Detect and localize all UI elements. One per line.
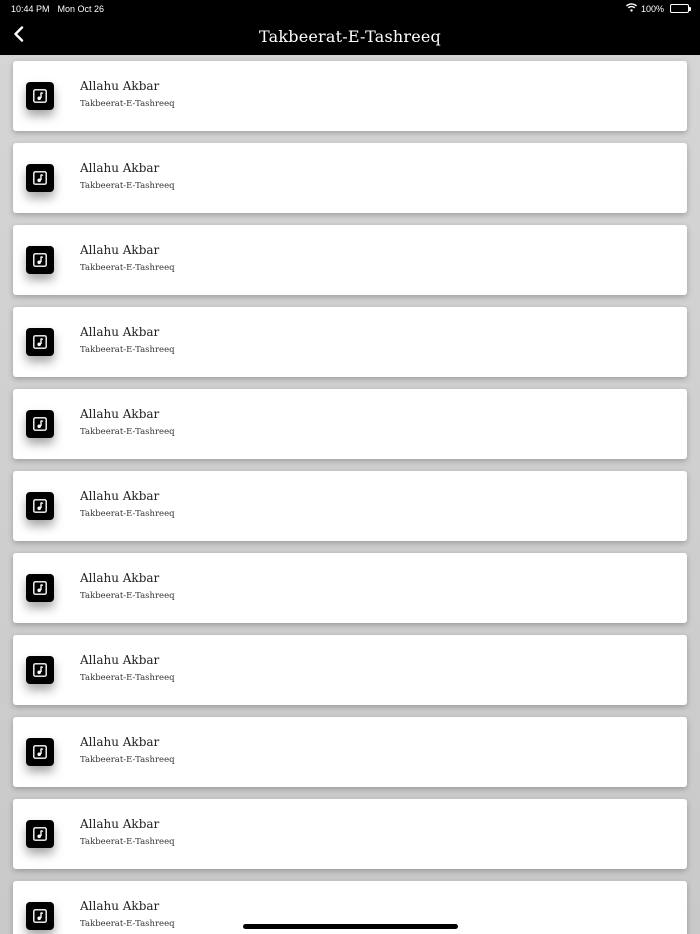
music-note-icon: [26, 820, 54, 848]
list-item-text: Allahu Akbar Takbeerat-E-Tashreeq: [80, 571, 175, 601]
music-note-icon: [26, 328, 54, 356]
list-item-title: Allahu Akbar: [80, 735, 160, 749]
list-item-text: Allahu Akbar Takbeerat-E-Tashreeq: [80, 325, 175, 355]
music-note-icon: [26, 164, 54, 192]
list-item[interactable]: Allahu Akbar Takbeerat-E-Tashreeq: [13, 389, 687, 459]
status-bar: 10:44 PM Mon Oct 26 100%: [0, 0, 700, 17]
list-item-text: Allahu Akbar Takbeerat-E-Tashreeq: [80, 79, 175, 109]
screen: 10:44 PM Mon Oct 26 100% Takbeerat-E-Tas…: [0, 0, 700, 934]
list-item-title: Allahu Akbar: [80, 489, 160, 503]
list-item-subtitle: Takbeerat-E-Tashreeq: [80, 509, 175, 519]
list-item-text: Allahu Akbar Takbeerat-E-Tashreeq: [80, 407, 175, 437]
list-item[interactable]: Allahu Akbar Takbeerat-E-Tashreeq: [13, 225, 687, 295]
track-list: Allahu Akbar Takbeerat-E-Tashreeq Allahu A…: [13, 61, 687, 934]
music-note-icon: [26, 246, 54, 274]
list-item[interactable]: Allahu Akbar Takbeerat-E-Tashreeq: [13, 143, 687, 213]
status-time: 10:44 PM: [11, 3, 50, 14]
list-item-title: Allahu Akbar: [80, 899, 160, 913]
list-item-subtitle: Takbeerat-E-Tashreeq: [80, 591, 175, 601]
list-item-text: Allahu Akbar Takbeerat-E-Tashreeq: [80, 489, 175, 519]
list-item-title: Allahu Akbar: [80, 243, 160, 257]
status-right: 100%: [625, 3, 691, 14]
status-date: Mon Oct 26: [57, 3, 105, 14]
list-item-subtitle: Takbeerat-E-Tashreeq: [80, 263, 175, 273]
list-item-subtitle: Takbeerat-E-Tashreeq: [80, 181, 175, 191]
list-item-text: Allahu Akbar Takbeerat-E-Tashreeq: [80, 817, 175, 847]
list-item-title: Allahu Akbar: [80, 653, 160, 667]
list-item-title: Allahu Akbar: [80, 79, 160, 93]
list-item-subtitle: Takbeerat-E-Tashreeq: [80, 837, 175, 847]
list-item-text: Allahu Akbar Takbeerat-E-Tashreeq: [80, 899, 175, 929]
wifi-icon: [625, 3, 637, 14]
chevron-left-icon: [13, 25, 25, 47]
list-item-title: Allahu Akbar: [80, 571, 160, 585]
list-item[interactable]: Allahu Akbar Takbeerat-E-Tashreeq: [13, 799, 687, 869]
music-note-icon: [26, 656, 54, 684]
music-note-icon: [26, 738, 54, 766]
list-item-text: Allahu Akbar Takbeerat-E-Tashreeq: [80, 161, 175, 191]
list-item[interactable]: Allahu Akbar Takbeerat-E-Tashreeq: [13, 307, 687, 377]
back-button[interactable]: [8, 25, 30, 47]
list-item-title: Allahu Akbar: [80, 325, 160, 339]
home-indicator: [243, 924, 458, 929]
list-item-subtitle: Takbeerat-E-Tashreeq: [80, 673, 175, 683]
music-note-icon: [26, 902, 54, 930]
battery-icon: [670, 4, 691, 13]
battery-percent: 100%: [640, 3, 664, 14]
list-item-title: Allahu Akbar: [80, 817, 160, 831]
list-item-title: Allahu Akbar: [80, 161, 160, 175]
music-note-icon: [26, 410, 54, 438]
list-item[interactable]: Allahu Akbar Takbeerat-E-Tashreeq: [13, 635, 687, 705]
list-item-text: Allahu Akbar Takbeerat-E-Tashreeq: [80, 653, 175, 683]
list-item-subtitle: Takbeerat-E-Tashreeq: [80, 919, 175, 929]
list-item[interactable]: Allahu Akbar Takbeerat-E-Tashreeq: [13, 471, 687, 541]
list-item[interactable]: Allahu Akbar Takbeerat-E-Tashreeq: [13, 553, 687, 623]
list-item[interactable]: Allahu Akbar Takbeerat-E-Tashreeq: [13, 61, 687, 131]
list-item-text: Allahu Akbar Takbeerat-E-Tashreeq: [80, 735, 175, 765]
music-note-icon: [26, 492, 54, 520]
list-item-subtitle: Takbeerat-E-Tashreeq: [80, 427, 175, 437]
music-note-icon: [26, 574, 54, 602]
list-item-subtitle: Takbeerat-E-Tashreeq: [80, 345, 175, 355]
list-item-text: Allahu Akbar Takbeerat-E-Tashreeq: [80, 243, 175, 273]
list-item[interactable]: Allahu Akbar Takbeerat-E-Tashreeq: [13, 717, 687, 787]
list-item-subtitle: Takbeerat-E-Tashreeq: [80, 99, 175, 109]
music-note-icon: [26, 82, 54, 110]
list-item-subtitle: Takbeerat-E-Tashreeq: [80, 755, 175, 765]
page-title: Takbeerat-E-Tashreeq: [259, 26, 441, 46]
nav-bar: Takbeerat-E-Tashreeq: [0, 17, 700, 55]
list-item-title: Allahu Akbar: [80, 407, 160, 421]
